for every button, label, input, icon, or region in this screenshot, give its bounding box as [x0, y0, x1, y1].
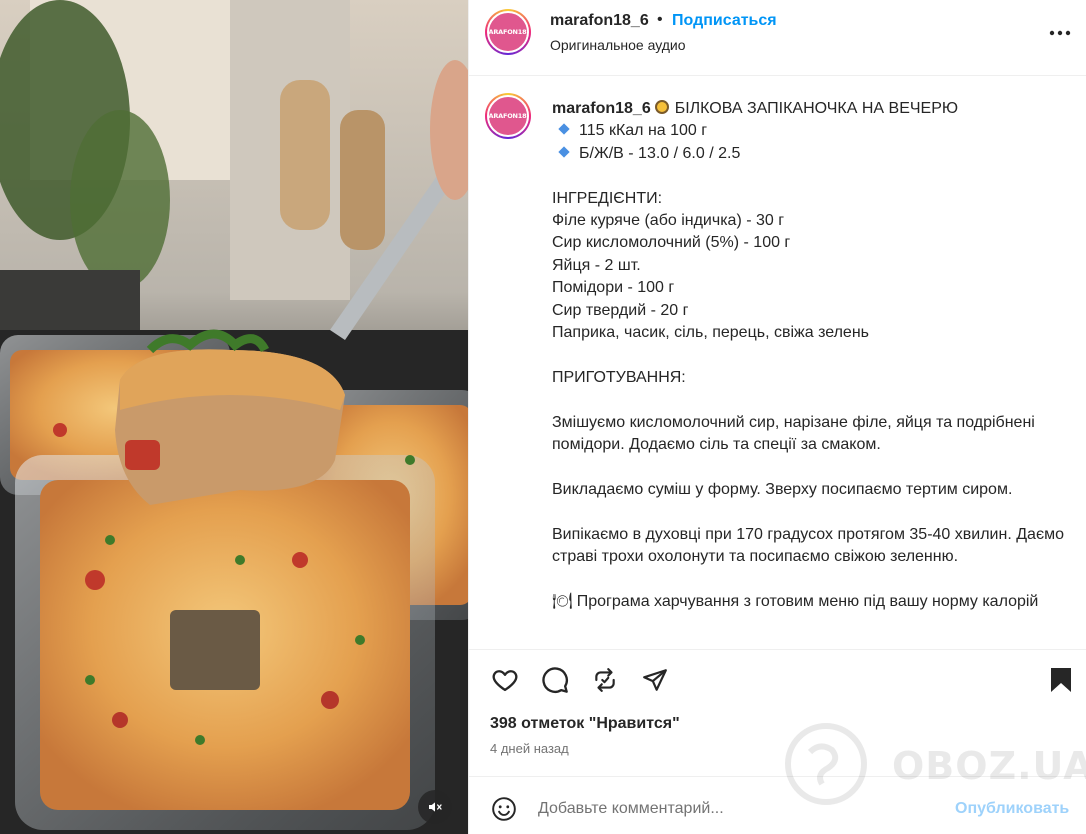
avatar-label: MARAFON18_6 [488, 112, 527, 120]
muted-speaker-icon [429, 802, 442, 812]
emoji-icon [492, 797, 516, 821]
ingredient-item: Філе куряче (або індичка) - 30 г [552, 212, 785, 230]
ingredients-heading: ІНГРЕДІЄНТИ: [552, 189, 663, 207]
cooking-step: Змішуємо кисломолочний сир, нарізане філ… [552, 413, 1040, 454]
cooking-step: Випікаємо в духовці при 170 градусох про… [552, 525, 1069, 566]
follow-button[interactable]: Подписаться [672, 12, 777, 30]
avatar-label: MARAFON18_6 [488, 28, 527, 36]
comment-input[interactable] [538, 797, 938, 821]
promo-line: 🍽 Програма харчування з готовим меню під… [552, 592, 1039, 610]
comment-icon [542, 667, 568, 693]
emoji-button[interactable] [489, 794, 519, 824]
cooking-step: Викладаємо суміш у форму. Зверху посипає… [552, 480, 1013, 498]
caption-title: БІЛКОВА ЗАПІКАНОЧКА НА ВЕЧЕРЮ [674, 100, 959, 117]
bookmark-icon [1051, 668, 1071, 692]
macro-calories: 115 кКал на 100 г [579, 122, 708, 140]
caption-text: marafon18_6 БІЛКОВА ЗАПІКАНОЧКА НА ВЕЧЕРЮ… [552, 98, 1072, 613]
ingredient-item: Паприка, часик, сіль, перець, свіжа зеле… [552, 324, 869, 342]
action-bar [469, 649, 1086, 701]
publish-button[interactable]: Опубликовать [955, 800, 1069, 818]
macro-line: 115 кКал на 100 г [552, 120, 1072, 142]
save-button[interactable] [1045, 664, 1077, 696]
post-timestamp[interactable]: 4 дней назад [490, 741, 569, 756]
share-button[interactable] [639, 664, 671, 696]
heart-icon [492, 670, 518, 692]
ingredient-item: Помідори - 100 г [552, 279, 675, 297]
ingredient-item: Сир кисломолочний (5%) - 100 г [552, 234, 791, 252]
more-options-button[interactable] [1045, 22, 1075, 44]
mute-button[interactable] [418, 790, 452, 824]
caption-username[interactable]: marafon18_6 [552, 100, 651, 117]
like-button[interactable] [489, 664, 521, 696]
likes-count[interactable]: 398 отметок "Нравится" [490, 715, 680, 733]
repost-icon [595, 668, 615, 692]
blue-diamond-icon [558, 146, 570, 158]
repost-button[interactable] [589, 664, 621, 696]
comment-bar: Опубликовать [469, 776, 1086, 834]
share-icon [643, 669, 667, 691]
ingredient-item: Яйця - 2 шт. [552, 256, 641, 274]
author-username[interactable]: marafon18_6 [550, 12, 649, 30]
macro-line: Б/Ж/В - 13.0 / 6.0 / 2.5 [552, 143, 1072, 165]
blue-diamond-icon [558, 123, 570, 136]
caption-author-avatar[interactable]: MARAFON18_6 [485, 93, 531, 139]
macro-bju: Б/Ж/В - 13.0 / 6.0 / 2.5 [579, 144, 741, 162]
post-panel: MARAFON18_6 marafon18_6 • Подписаться Ор… [468, 0, 1086, 834]
more-icon [1049, 30, 1071, 36]
post-header: MARAFON18_6 marafon18_6 • Подписаться Ор… [469, 0, 1086, 76]
post-media[interactable] [0, 0, 468, 834]
comment-button[interactable] [539, 664, 571, 696]
caption-area[interactable]: MARAFON18_6 marafon18_6 БІЛКОВА ЗАПІКАНОЧ… [469, 77, 1086, 649]
caption-title-line: marafon18_6 БІЛКОВА ЗАПІКАНОЧКА НА ВЕЧЕРЮ [552, 98, 1072, 120]
audio-link[interactable]: Оригинальное аудио [550, 37, 686, 53]
author-avatar[interactable]: MARAFON18_6 [485, 9, 531, 55]
ingredient-item: Сир твердий - 20 г [552, 301, 689, 319]
separator-dot: • [657, 11, 663, 28]
dish-emoji-icon [654, 100, 669, 114]
cooking-heading: ПРИГОТУВАННЯ: [552, 368, 686, 386]
casserole-photo [0, 0, 468, 834]
